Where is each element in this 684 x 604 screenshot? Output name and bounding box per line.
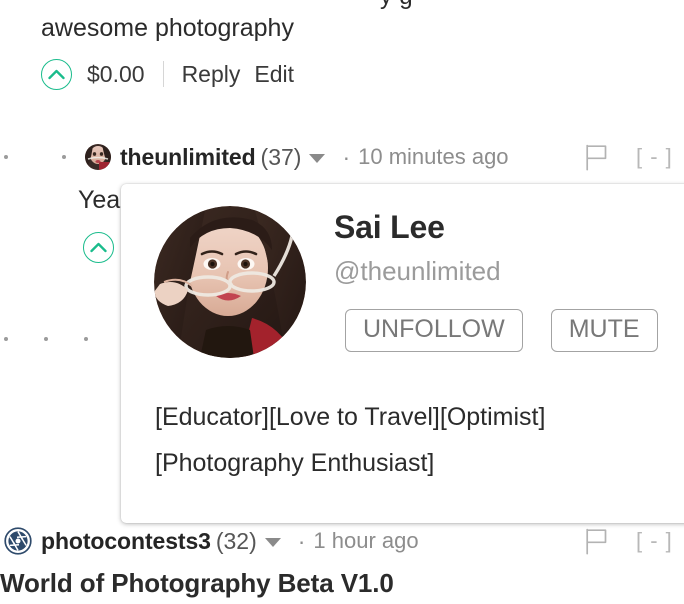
comment-timestamp: 10 minutes ago [358, 144, 509, 169]
collapse-toggle[interactable]: [ - ] [636, 528, 673, 554]
camera-aperture-icon [4, 527, 32, 555]
upvote-button[interactable] [41, 58, 72, 90]
header-separator: · [297, 527, 306, 554]
comment-body-text: awesome photography [41, 14, 294, 42]
edit-button[interactable]: Edit [254, 61, 294, 88]
clipped-text-line: y g [380, 0, 413, 11]
thread-dot [84, 337, 88, 341]
profile-bio: [Educator][Love to Travel][Optimist] [Ph… [155, 394, 665, 486]
thread-dot [62, 155, 66, 159]
mute-button[interactable]: MUTE [550, 309, 658, 352]
app-viewport: y g awesome photography $0.00 Reply Edit [0, 0, 684, 604]
unfollow-button[interactable]: UNFOLLOW [345, 309, 523, 352]
action-divider [162, 61, 164, 87]
upvote-button-secondary[interactable] [83, 232, 114, 263]
profile-avatar-photo [154, 206, 306, 358]
profile-bio-line-1: [Educator][Love to Travel][Optimist] [155, 403, 546, 431]
profile-card-header: Sai Lee @theunlimited UNFOLLOW MUTE [121, 184, 684, 374]
post-right-controls: [ - ] [585, 524, 673, 558]
collapse-toggle[interactable]: [ - ] [636, 144, 673, 170]
post-avatar[interactable] [4, 527, 32, 555]
flag-icon[interactable] [585, 144, 608, 171]
flag-icon[interactable] [585, 528, 608, 555]
comment-reputation: (37) [260, 143, 302, 170]
profile-action-buttons: UNFOLLOW MUTE [345, 309, 658, 352]
thread-dot [4, 155, 8, 159]
upvote-chevron-icon [90, 242, 107, 253]
chevron-down-icon[interactable] [264, 538, 281, 547]
thread-depth-dots [0, 140, 84, 174]
reply-button[interactable]: Reply [182, 61, 241, 88]
comment-header-theunlimited: theunlimited (37) · 10 minutes ago [85, 140, 509, 174]
comment-right-controls: [ - ] [585, 140, 673, 174]
upvote-chevron-icon [48, 69, 65, 79]
post-timestamp: 1 hour ago [313, 528, 419, 553]
user-avatar[interactable] [85, 144, 111, 170]
profile-handle[interactable]: @theunlimited [334, 256, 501, 287]
post-username[interactable]: photocontests3 [41, 528, 211, 555]
profile-hover-card: Sai Lee @theunlimited UNFOLLOW MUTE [Edu… [121, 184, 684, 523]
payout-value[interactable]: $0.00 [87, 61, 145, 88]
post-reputation: (32) [215, 527, 257, 554]
thread-dot [44, 337, 48, 341]
header-separator: · [342, 143, 351, 170]
comment-action-row: $0.00 Reply Edit [41, 56, 294, 92]
profile-display-name: Sai Lee [334, 209, 445, 245]
thread-depth-dots [0, 322, 128, 356]
thread-dot [4, 337, 8, 341]
profile-bio-line-2: [Photography Enthusiast] [155, 449, 435, 477]
user-avatar-photo [85, 144, 111, 170]
comment-username[interactable]: theunlimited [120, 144, 256, 171]
chevron-down-icon[interactable] [309, 154, 326, 163]
avatar[interactable] [154, 206, 306, 358]
post-header-photocontests3: photocontests3 (32) · 1 hour ago [4, 524, 419, 558]
comment-body-partial: Yea [78, 186, 121, 214]
post-title[interactable]: World of Photography Beta V1.0 [0, 568, 394, 599]
